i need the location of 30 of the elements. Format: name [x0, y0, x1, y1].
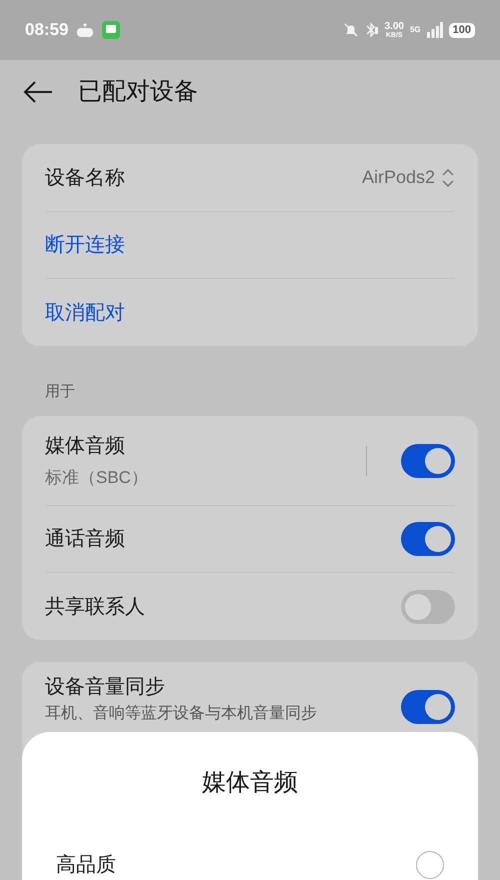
signal-icon [426, 22, 443, 38]
status-time: 08:59 [25, 19, 68, 42]
muted-bell-icon [342, 22, 358, 38]
toggle-switch[interactable] [401, 590, 455, 624]
action-link[interactable]: 取消配对 [45, 298, 125, 328]
toggle-switch[interactable] [401, 522, 455, 556]
toggle-switch[interactable] [401, 444, 455, 478]
bluetooth-icon [364, 22, 378, 38]
vertical-divider [366, 446, 367, 476]
device-name-selector[interactable]: AirPods2 [362, 164, 455, 191]
setting-title: 设备音量同步 [45, 675, 166, 700]
sheet-title: 媒体音频 [202, 768, 298, 798]
setting-title: 媒体音频 [45, 434, 126, 459]
robot-icon [76, 23, 94, 37]
network-speed: 3.00 [384, 22, 404, 32]
network-type: 5G [410, 24, 421, 36]
battery-level: 100 [448, 22, 475, 38]
setting-title: 通话音频 [45, 527, 125, 552]
option-row[interactable]: 高品质 [56, 832, 444, 880]
setting-subtitle: 标准（SBC） [45, 466, 148, 489]
action-link[interactable]: 断开连接 [45, 230, 125, 260]
radio-button[interactable] [416, 850, 444, 878]
setting-subtitle: 耳机、音响等蓝牙设备与本机音量同步 [45, 704, 317, 724]
page-title: 已配对设备 [78, 77, 198, 107]
section-label: 用于 [45, 383, 75, 400]
message-app-icon [102, 21, 120, 39]
device-name-label: 设备名称 [45, 166, 125, 190]
setting-title: 共享联系人 [45, 594, 145, 620]
toggle-switch[interactable] [401, 690, 455, 724]
up-down-chevron-icon [441, 166, 455, 188]
